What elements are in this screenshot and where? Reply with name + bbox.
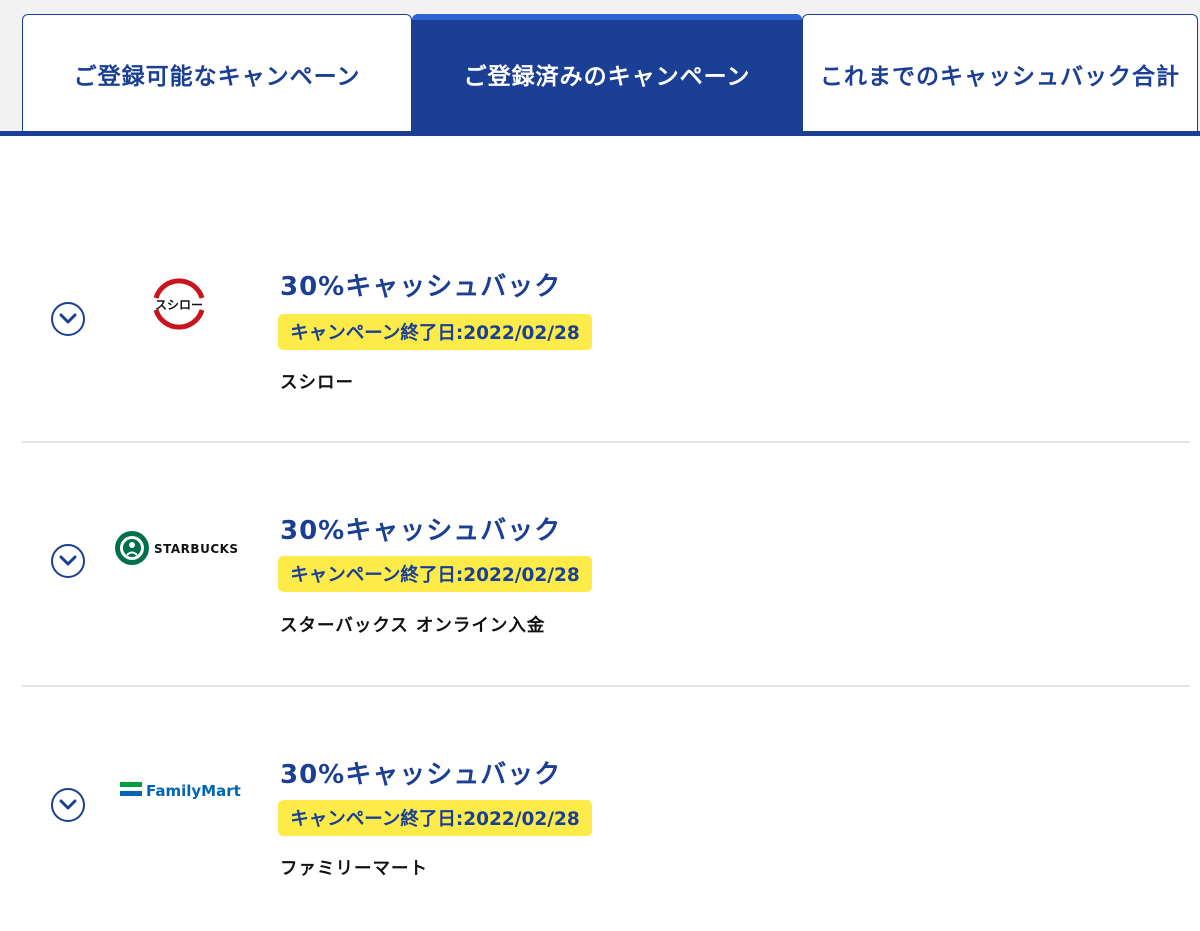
store-name: ファミリーマート <box>280 859 428 879</box>
campaign-item: スシロー 30%キャッシュバック キャンペーン終了日:2022/02/28 スシ… <box>22 200 1190 443</box>
cashback-offer: 30%キャッシュバック <box>280 272 562 302</box>
store-name: スターバックス オンライン入金 <box>280 616 546 636</box>
campaign-end-date-badge: キャンペーン終了日:2022/02/28 <box>278 556 592 592</box>
campaign-end-date-badge: キャンペーン終了日:2022/02/28 <box>278 314 592 350</box>
chevron-down-circle-icon[interactable] <box>51 302 85 336</box>
sushiro-logo-text: スシロー <box>155 298 203 312</box>
campaign-item: FamilyMart 30%キャッシュバック キャンペーン終了日:2022/02… <box>22 688 1190 931</box>
campaign-end-date-badge: キャンペーン終了日:2022/02/28 <box>278 800 592 836</box>
chevron-down-circle-icon[interactable] <box>51 788 85 822</box>
sushiro-logo: スシロー <box>153 278 205 330</box>
cashback-offer: 30%キャッシュバック <box>280 760 562 790</box>
starbucks-logo: STARBUCKS <box>115 531 239 565</box>
familymart-logo: FamilyMart <box>120 782 241 800</box>
chevron-down-circle-icon[interactable] <box>51 544 85 578</box>
tab-label: ご登録可能なキャンペーン <box>73 63 361 90</box>
starbucks-logo-text: STARBUCKS <box>154 542 239 556</box>
cashback-offer: 30%キャッシュバック <box>280 516 562 546</box>
tab-registered-campaigns[interactable]: ご登録済みのキャンペーン <box>412 14 802 132</box>
store-name: スシロー <box>280 373 354 393</box>
tab-label: ご登録済みのキャンペーン <box>463 63 751 90</box>
campaign-item: STARBUCKS 30%キャッシュバック キャンペーン終了日:2022/02/… <box>22 444 1190 687</box>
tab-underline <box>0 131 1200 136</box>
familymart-logo-text: FamilyMart <box>146 782 241 800</box>
tab-available-campaigns[interactable]: ご登録可能なキャンペーン <box>22 14 412 132</box>
tab-cashback-total[interactable]: これまでのキャッシュバック合計 <box>802 14 1198 132</box>
tab-label: これまでのキャッシュバック合計 <box>820 63 1180 90</box>
